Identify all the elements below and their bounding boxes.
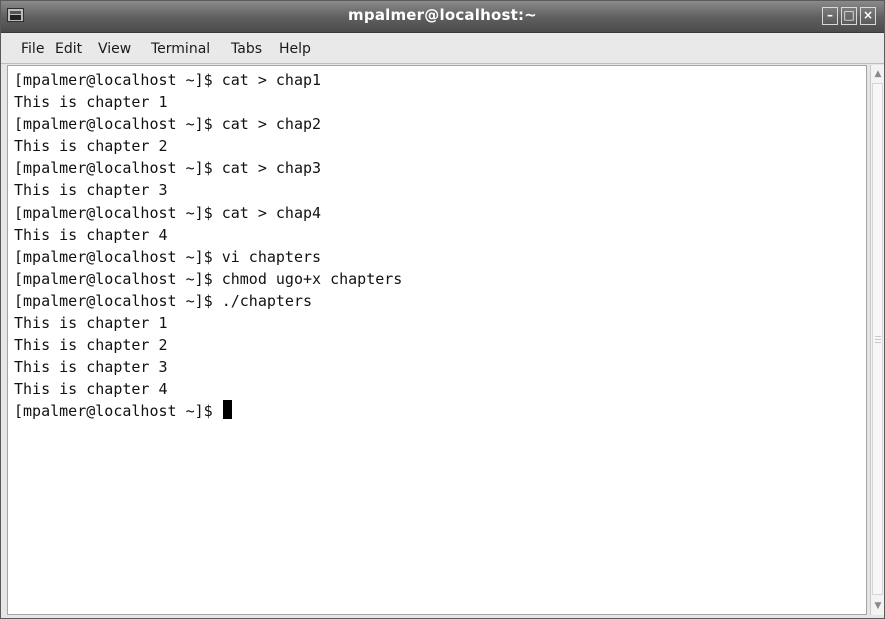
- terminal-line: [mpalmer@localhost ~]$ cat > chap1: [14, 71, 322, 89]
- terminal-line: [mpalmer@localhost ~]$ ./chapters: [14, 291, 313, 310]
- shell-prompt: [mpalmer@localhost ~]$: [14, 402, 222, 421]
- terminal-line: [mpalmer@localhost ~]$ vi chapters: [14, 247, 322, 266]
- close-button[interactable]: ×: [860, 7, 876, 25]
- terminal-line: [mpalmer@localhost ~]$ cat > chap4: [14, 203, 322, 222]
- menu-view[interactable]: View: [98, 41, 131, 57]
- minimize-button[interactable]: –: [822, 7, 838, 25]
- terminal-line: This is chapter 1: [14, 314, 168, 333]
- scroll-thumb[interactable]: [872, 83, 883, 595]
- vertical-scrollbar[interactable]: ▲ ▼: [870, 65, 884, 615]
- terminal-output[interactable]: [mpalmer@localhost ~]$ cat > chap1 This …: [7, 65, 867, 615]
- window-title: mpalmer@localhost:~: [348, 6, 537, 24]
- terminal-line: This is chapter 2: [14, 336, 168, 355]
- scroll-down-icon[interactable]: ▼: [872, 599, 884, 613]
- minimize-icon: –: [827, 8, 833, 22]
- close-icon: ×: [862, 8, 874, 22]
- terminal-line: This is chapter 2: [14, 137, 168, 156]
- maximize-icon: □: [843, 8, 855, 22]
- menu-tabs[interactable]: Tabs: [231, 41, 262, 57]
- scroll-up-icon[interactable]: ▲: [872, 67, 884, 81]
- terminal-line: [mpalmer@localhost ~]$ chmod ugo+x chapt…: [14, 269, 403, 288]
- maximize-button[interactable]: □: [841, 7, 857, 25]
- terminal-line: This is chapter 3: [14, 181, 168, 200]
- menu-edit[interactable]: Edit: [55, 41, 82, 57]
- menu-terminal[interactable]: Terminal: [151, 41, 210, 57]
- text-cursor: [222, 400, 232, 420]
- menu-help[interactable]: Help: [279, 41, 311, 57]
- menu-file[interactable]: File: [21, 41, 44, 57]
- terminal-line: This is chapter 1: [14, 93, 168, 112]
- terminal-line: This is chapter 3: [14, 358, 168, 377]
- terminal-line: [mpalmer@localhost ~]$ cat > chap3: [14, 159, 322, 178]
- terminal-line: This is chapter 4: [14, 380, 168, 399]
- terminal-window: mpalmer@localhost:~ – □ × File Edit View…: [0, 0, 885, 619]
- terminal-line: This is chapter 4: [14, 225, 168, 244]
- title-bar[interactable]: mpalmer@localhost:~ – □ ×: [1, 1, 884, 33]
- terminal-line: [mpalmer@localhost ~]$ cat > chap2: [14, 115, 322, 134]
- prompt-line[interactable]: [mpalmer@localhost ~]$: [14, 400, 402, 422]
- menu-bar: File Edit View Terminal Tabs Help: [1, 33, 884, 64]
- scroll-grip-icon: [875, 336, 881, 337]
